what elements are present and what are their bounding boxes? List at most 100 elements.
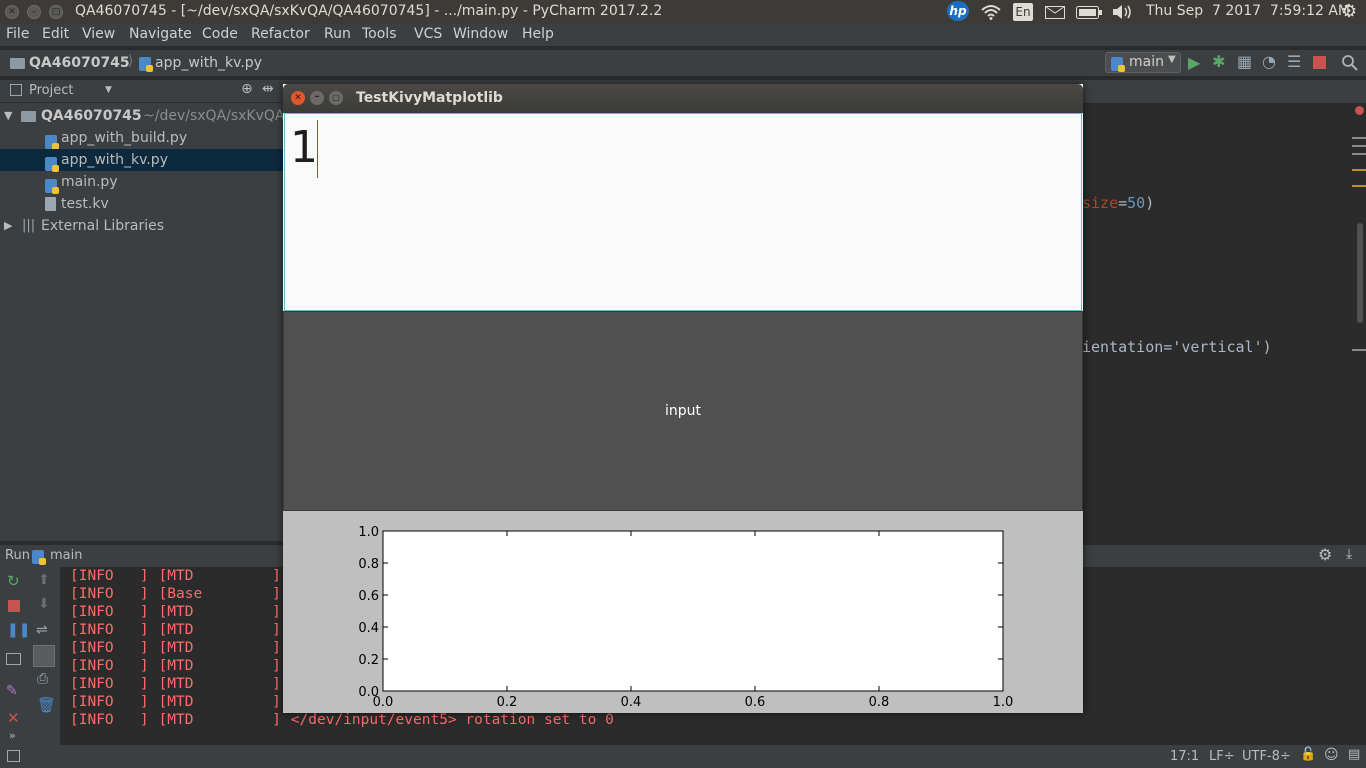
concurrency-icon[interactable]: ☰	[1287, 52, 1301, 71]
inspector-icon[interactable]: ☺	[1324, 747, 1339, 763]
line-separator[interactable]: LF÷	[1209, 749, 1235, 764]
editor-error-stripe[interactable]	[1352, 103, 1366, 533]
external-libraries-label: External Libraries	[41, 218, 164, 234]
menu-bar: File Edit View Navigate Code Refactor Run Tools…	[0, 24, 1366, 46]
close-window-icon[interactable]: ✕	[5, 5, 19, 19]
matplotlib-canvas[interactable]: 0.0 0.2 0.4 0.6 0.8 1.0 0.0 0.2 0.4 0.6 0.8 1.0	[283, 511, 1083, 713]
dump-threads-icon[interactable]	[6, 653, 21, 665]
locate-icon[interactable]: ⊕	[241, 81, 253, 97]
file-encoding[interactable]: UTF-8÷	[1242, 749, 1291, 764]
menu-item-help[interactable]: Help	[522, 26, 554, 42]
volume-icon[interactable]	[1112, 4, 1134, 20]
stop-process-icon[interactable]	[8, 600, 20, 612]
rerun-icon[interactable]: ↻	[7, 572, 20, 590]
menu-item-run[interactable]: Run	[324, 26, 351, 42]
stripe-mark[interactable]	[1352, 145, 1366, 147]
run-config-selector[interactable]: main ▼	[1105, 52, 1181, 73]
tree-file-app-with-build[interactable]: app_with_build.py	[0, 127, 283, 150]
log-line: [INFO ] [MTD ]	[70, 639, 291, 657]
text-input-value: 1	[290, 122, 318, 173]
stripe-mark[interactable]	[1352, 349, 1366, 351]
run-settings-gear-icon[interactable]: ⚙	[1318, 545, 1332, 564]
caret-position[interactable]: 17:1	[1170, 749, 1199, 764]
stripe-mark[interactable]	[1352, 137, 1366, 139]
up-arrow-icon[interactable]: ⬆	[38, 572, 50, 588]
pin-tab-icon[interactable]: ✎	[6, 683, 18, 699]
breadcrumb-file[interactable]: app_with_kv.py	[155, 55, 262, 71]
minimize-window-icon[interactable]: –	[27, 5, 41, 19]
run-panel-config[interactable]: main	[50, 548, 82, 563]
down-arrow-icon[interactable]: ⬇	[38, 596, 50, 612]
tree-root[interactable]: ▼ QA46070745 ~/dev/sxQA/sxKvQA	[0, 105, 284, 127]
tree-file-test-kv[interactable]: test.kv	[0, 193, 283, 215]
menu-item-tools[interactable]: Tools	[362, 26, 397, 42]
tool-windows-icon[interactable]	[7, 750, 20, 762]
log-line: [INFO ] [MTD ]	[70, 675, 291, 693]
menu-item-navigate[interactable]: Navigate	[129, 26, 192, 42]
menu-item-refactor[interactable]: Refactor	[251, 26, 310, 42]
log-module: [MTD ]	[158, 694, 281, 710]
expand-arrow-icon[interactable]: ▶	[4, 215, 12, 237]
run-config-label: main	[1129, 54, 1164, 70]
scroll-to-end-icon[interactable]	[33, 645, 55, 667]
file-label: app_with_build.py	[61, 130, 188, 146]
menu-item-edit[interactable]: Edit	[42, 26, 69, 42]
menu-item-code[interactable]: Code	[202, 26, 238, 42]
error-indicator-icon[interactable]	[1355, 106, 1364, 115]
stripe-mark[interactable]	[1352, 185, 1366, 187]
menu-item-vcs[interactable]: VCS	[414, 26, 442, 42]
profile-icon[interactable]: ◔	[1262, 52, 1276, 71]
log-module: [MTD ]	[158, 676, 281, 692]
lock-icon[interactable]: 🔓	[1300, 747, 1316, 762]
pause-icon[interactable]: ❚❚	[7, 622, 30, 638]
search-everywhere-icon[interactable]	[1342, 55, 1358, 71]
more-icon[interactable]: »	[9, 729, 16, 742]
y-tick-label: 0.6	[358, 589, 379, 604]
menu-item-view[interactable]: View	[82, 26, 115, 42]
minimize-window-icon[interactable]: –	[310, 91, 324, 105]
file-label: test.kv	[61, 196, 109, 212]
keyboard-layout-indicator[interactable]: En	[1013, 3, 1033, 21]
stripe-mark[interactable]	[1352, 169, 1366, 171]
stop-icon[interactable]	[1313, 56, 1326, 69]
tree-external-libraries[interactable]: ▶ ||| External Libraries	[0, 215, 283, 237]
hide-panel-icon[interactable]: ⤓	[1346, 546, 1352, 562]
print-icon[interactable]: ⎙	[37, 671, 48, 687]
log-module: [MTD ]	[158, 658, 281, 674]
event-log-icon[interactable]: ▤	[1348, 747, 1360, 762]
maximize-window-icon[interactable]: □	[329, 91, 343, 105]
clock[interactable]: Thu Sep 7 2017 7:59:12 AM	[1146, 3, 1350, 19]
editor-scrollbar-thumb[interactable]	[1357, 223, 1363, 323]
run-toolbar-primary: ↻ ❚❚ ✎ ✕ »	[0, 567, 30, 745]
settings-gear-icon[interactable]: ⚙	[1341, 1, 1357, 22]
close-window-icon[interactable]: ✕	[291, 91, 305, 105]
mail-icon[interactable]	[1045, 6, 1065, 19]
breadcrumb-project[interactable]: QA46070745	[29, 55, 130, 71]
editor-hscroll[interactable]	[1082, 533, 1366, 541]
code-editor[interactable]: size=50) ientation='vertical')	[1082, 103, 1352, 533]
log-module: [MTD ]	[158, 712, 281, 728]
battery-icon[interactable]	[1076, 6, 1102, 19]
wifi-icon[interactable]	[981, 4, 1001, 20]
coverage-icon[interactable]: ▦	[1237, 52, 1252, 71]
kivy-title-bar[interactable]: ✕ – □ TestKivyMatplotlib	[283, 84, 1083, 113]
run-icon[interactable]: ▶	[1188, 53, 1200, 72]
stripe-mark[interactable]	[1352, 153, 1366, 155]
maximize-window-icon[interactable]: □	[49, 5, 63, 19]
tree-file-app-with-kv[interactable]: app_with_kv.py	[0, 149, 283, 172]
project-panel-title[interactable]: Project	[29, 83, 73, 98]
input-button[interactable]: input	[283, 311, 1083, 511]
project-view-dropdown-icon[interactable]: ▼	[105, 85, 112, 95]
close-run-icon[interactable]: ✕	[7, 709, 20, 727]
python-file-icon	[45, 135, 59, 150]
tree-file-main[interactable]: main.py	[0, 171, 283, 194]
debug-icon[interactable]: ✱	[1212, 52, 1225, 71]
kivy-text-input[interactable]: 1	[284, 113, 1082, 311]
collapse-icon[interactable]: ⇹	[262, 81, 274, 97]
soft-wrap-icon[interactable]: ⇌	[36, 622, 48, 638]
project-panel-hscroll[interactable]	[0, 533, 283, 541]
clear-all-icon[interactable]: 🗑	[37, 696, 56, 714]
menu-item-file[interactable]: File	[6, 26, 29, 42]
menu-item-window[interactable]: Window	[453, 26, 508, 42]
expand-arrow-icon[interactable]: ▼	[4, 105, 12, 127]
